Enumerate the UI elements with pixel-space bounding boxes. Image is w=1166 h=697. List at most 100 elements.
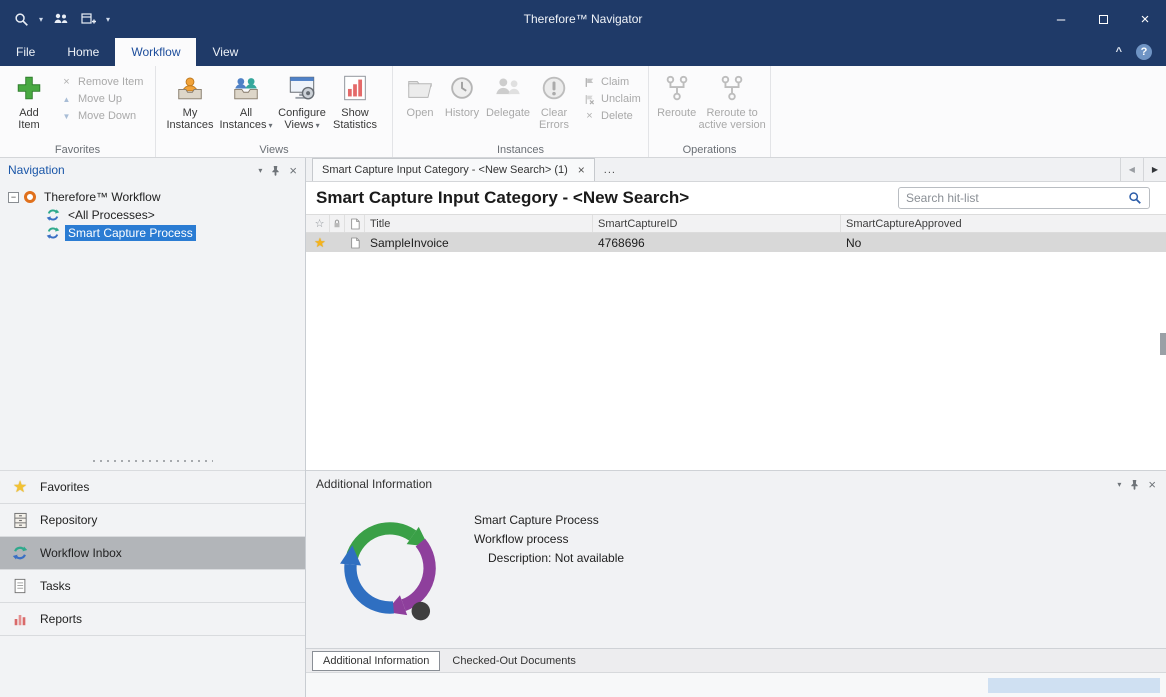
document-icon	[350, 218, 360, 230]
reroute-active-version-button[interactable]: Reroute toactive version	[698, 69, 766, 131]
all-instances-icon	[230, 72, 262, 104]
info-menu-caret-icon[interactable]: ▾	[1117, 480, 1121, 489]
column-smartcaptureid: SmartCaptureID	[593, 215, 841, 232]
my-instances-button[interactable]: MyInstances	[162, 69, 218, 131]
reroute-active-version-icon	[716, 72, 748, 104]
group-label-operations: Operations	[649, 144, 770, 156]
favorite-star-icon[interactable]: ★	[314, 236, 326, 249]
column-smartcaptureapproved: SmartCaptureApproved	[841, 215, 1166, 232]
tab-file[interactable]: File	[0, 38, 51, 66]
ribbon: AddItem × Remove Item ▲ Move Up ▼ Move D…	[0, 66, 1166, 158]
tree-item-all-processes[interactable]: <All Processes>	[0, 206, 305, 224]
tab-scroll-left-icon[interactable]: ◀	[1120, 158, 1143, 181]
table-row[interactable]: ★ SampleInvoice 4768696 No	[306, 233, 1166, 252]
hit-list: ☆ Title SmartCaptureID SmartCaptureAppro…	[306, 214, 1166, 470]
delete-button[interactable]: × Delete	[583, 110, 641, 122]
navigation-pin-icon[interactable]	[271, 165, 280, 176]
tab-home[interactable]: Home	[51, 38, 115, 66]
tab-view[interactable]: View	[196, 38, 254, 66]
move-down-button[interactable]: ▼ Move Down	[60, 110, 143, 122]
move-up-icon: ▲	[60, 94, 73, 105]
cell-smartcaptureapproved: No	[841, 233, 1166, 252]
sidebar-item-reports[interactable]: Reports	[0, 603, 305, 636]
cell-title: SampleInvoice	[365, 233, 593, 252]
remove-item-button[interactable]: × Remove Item	[60, 76, 143, 88]
collapse-ribbon-icon[interactable]: ^	[1116, 46, 1122, 58]
navigation-menu-caret-icon[interactable]: ▾	[258, 166, 262, 175]
history-button[interactable]: History	[441, 69, 483, 119]
delegate-icon	[492, 72, 524, 104]
column-favorite: ☆	[310, 215, 330, 232]
configure-views-icon	[286, 72, 318, 104]
sidebar-item-favorites[interactable]: ★ Favorites	[0, 471, 305, 504]
configure-views-caret-icon: ▾	[316, 121, 320, 130]
ribbon-group-favorites: AddItem × Remove Item ▲ Move Up ▼ Move D…	[0, 66, 156, 157]
move-up-button[interactable]: ▲ Move Up	[60, 93, 143, 105]
search-dropdown-caret-icon[interactable]: ▾	[39, 15, 43, 24]
delegate-users-icon[interactable]	[52, 10, 70, 28]
history-icon	[446, 72, 478, 104]
window-controls: – ×	[1040, 0, 1166, 38]
panel-splitter-handle[interactable]	[93, 460, 213, 462]
therefore-navigator-window: ▾ ▾ Therefore™ Navigator – × File Home W…	[0, 0, 1166, 697]
minimize-button[interactable]: –	[1040, 0, 1082, 38]
column-doctype	[345, 215, 365, 232]
hitlist-searchbox[interactable]	[898, 187, 1150, 209]
configure-views-button[interactable]: Configure Views▾	[274, 69, 330, 132]
tree-item-smart-capture-process[interactable]: Smart Capture Process	[0, 224, 305, 242]
info-close-icon[interactable]: ×	[1148, 478, 1156, 491]
navigation-close-icon[interactable]: ×	[289, 164, 297, 177]
help-icon[interactable]: ?	[1136, 44, 1152, 60]
info-pin-icon[interactable]	[1130, 479, 1139, 490]
open-button[interactable]: Open	[399, 69, 441, 119]
workflow-tree: − Therefore™ Workflow <All Processes> Sm…	[0, 182, 305, 242]
qat-customize-caret-icon[interactable]: ▾	[106, 15, 110, 24]
clear-errors-button[interactable]: ClearErrors	[533, 69, 575, 131]
tab-overflow-menu[interactable]: ...	[604, 164, 616, 176]
claim-button[interactable]: Claim	[583, 76, 641, 88]
tab-scroll-right-icon[interactable]: ▶	[1143, 158, 1166, 181]
search-input[interactable]	[906, 191, 1128, 205]
new-view-icon[interactable]	[79, 10, 97, 28]
ribbon-tab-bar: File Home Workflow View ^ ?	[0, 38, 1166, 66]
scrollbar-thumb[interactable]	[1160, 333, 1166, 355]
sidebar-item-workflow-inbox[interactable]: Workflow Inbox	[0, 537, 305, 570]
info-panel-header: Additional Information ▾ ×	[306, 471, 1166, 497]
document-tab-smart-capture[interactable]: Smart Capture Input Category - <New Sear…	[312, 158, 595, 181]
delete-icon: ×	[583, 111, 596, 122]
tab-additional-information[interactable]: Additional Information	[312, 651, 440, 671]
tasks-icon	[11, 577, 29, 595]
table-header[interactable]: ☆ Title SmartCaptureID SmartCaptureAppro…	[306, 214, 1166, 233]
remove-item-icon: ×	[60, 77, 73, 88]
sidebar-item-tasks[interactable]: Tasks	[0, 570, 305, 603]
search-icon[interactable]	[1128, 191, 1142, 205]
main-panel: Smart Capture Input Category - <New Sear…	[306, 158, 1166, 697]
tab-workflow[interactable]: Workflow	[115, 38, 196, 66]
status-bar	[306, 672, 1166, 697]
ribbon-group-instances: Open History Delegate ClearErrors	[393, 66, 649, 157]
tab-checked-out-documents[interactable]: Checked-Out Documents	[442, 652, 586, 670]
tree-item-therefore-workflow[interactable]: − Therefore™ Workflow	[0, 188, 305, 206]
unclaim-button[interactable]: Unclaim	[583, 93, 641, 105]
document-icon	[350, 237, 360, 249]
delegate-button[interactable]: Delegate	[483, 69, 533, 119]
sidebar-item-repository[interactable]: Repository	[0, 504, 305, 537]
search-icon[interactable]	[12, 10, 30, 28]
reroute-button[interactable]: Reroute	[655, 69, 698, 119]
all-instances-button[interactable]: All Instances▾	[218, 69, 274, 132]
workflow-logo	[324, 497, 456, 639]
tree-collapse-icon[interactable]: −	[8, 192, 19, 203]
clear-errors-icon	[538, 72, 570, 104]
tab-close-icon[interactable]: ×	[578, 164, 585, 176]
navigation-buttons: ★ Favorites Repository Workflow Inbox T	[0, 470, 305, 636]
claim-icon	[583, 77, 596, 88]
add-item-icon	[13, 72, 45, 104]
navigation-panel-header: Navigation ▾ ×	[0, 158, 305, 182]
maximize-button[interactable]	[1082, 0, 1124, 38]
repository-cabinet-icon	[11, 511, 29, 529]
maximize-icon	[1099, 15, 1108, 24]
add-item-button[interactable]: AddItem	[6, 69, 52, 131]
show-statistics-button[interactable]: ShowStatistics	[330, 69, 380, 131]
close-button[interactable]: ×	[1124, 0, 1166, 38]
selected-tree-item: Smart Capture Process	[65, 225, 196, 241]
